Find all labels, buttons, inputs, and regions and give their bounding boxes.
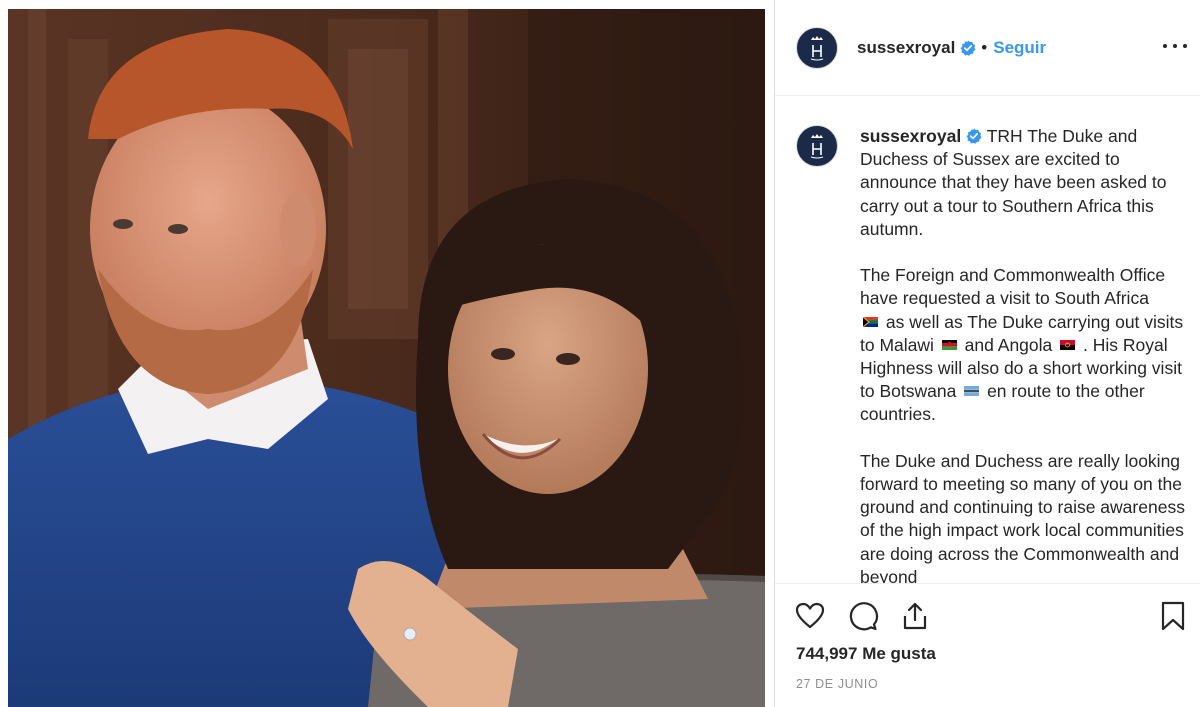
more-dot: [1183, 44, 1187, 48]
caption-text-segment: The Foreign and Commonwealth Office have…: [860, 265, 1166, 309]
bookmark-icon[interactable]: [1157, 600, 1189, 632]
caption-paragraph-3: The Duke and Duchess are really looking …: [860, 450, 1185, 583]
action-bar: 744,997 Me gusta 27 DE JUNIO: [775, 583, 1200, 707]
share-icon[interactable]: [899, 600, 931, 632]
likes-count[interactable]: 744,997 Me gusta: [796, 644, 936, 664]
post-header: sussexroyal • Seguir: [775, 0, 1200, 96]
caption-text: sussexroyal TRH The Duke and Duchess of …: [860, 125, 1191, 583]
verified-badge-icon: [960, 40, 976, 56]
caption-avatar[interactable]: [796, 125, 838, 167]
angola-flag-icon: [1060, 339, 1076, 350]
post-date[interactable]: 27 DE JUNIO: [796, 677, 878, 691]
likes-number: 744,997: [796, 644, 858, 663]
post-side-panel: sussexroyal • Seguir sussexroyal TRH The…: [774, 0, 1200, 707]
botswana-flag-icon: [964, 386, 980, 397]
comment-icon[interactable]: [847, 600, 879, 632]
photo-image: [8, 9, 765, 707]
separator-dot: •: [981, 37, 988, 57]
likes-suffix: Me gusta: [862, 644, 936, 663]
caption-row: sussexroyal TRH The Duke and Duchess of …: [775, 97, 1200, 583]
more-dot: [1163, 44, 1167, 48]
more-horizontal-icon[interactable]: [1163, 36, 1187, 56]
royal-monogram-icon: [810, 35, 824, 60]
verified-badge-icon: [966, 128, 982, 144]
caption-paragraph: The Foreign and Commonwealth Office have…: [860, 264, 1191, 426]
header-username-link[interactable]: sussexroyal: [857, 38, 955, 58]
caption-scroll-area[interactable]: sussexroyal TRH The Duke and Duchess of …: [775, 97, 1200, 583]
post-photo[interactable]: [8, 9, 765, 707]
heart-icon[interactable]: [794, 600, 826, 632]
follow-button[interactable]: Seguir: [993, 38, 1046, 58]
more-dot: [1173, 44, 1177, 48]
south-africa-flag-icon: [863, 316, 878, 327]
caption-text-segment: and Angola: [964, 334, 1053, 355]
malawi-flag-icon: [941, 339, 957, 350]
avatar[interactable]: [796, 26, 838, 69]
caption-paragraph: sussexroyal TRH The Duke and Duchess of …: [860, 125, 1191, 241]
caption-username-link[interactable]: sussexroyal: [860, 126, 961, 146]
royal-monogram-icon: [810, 134, 824, 159]
